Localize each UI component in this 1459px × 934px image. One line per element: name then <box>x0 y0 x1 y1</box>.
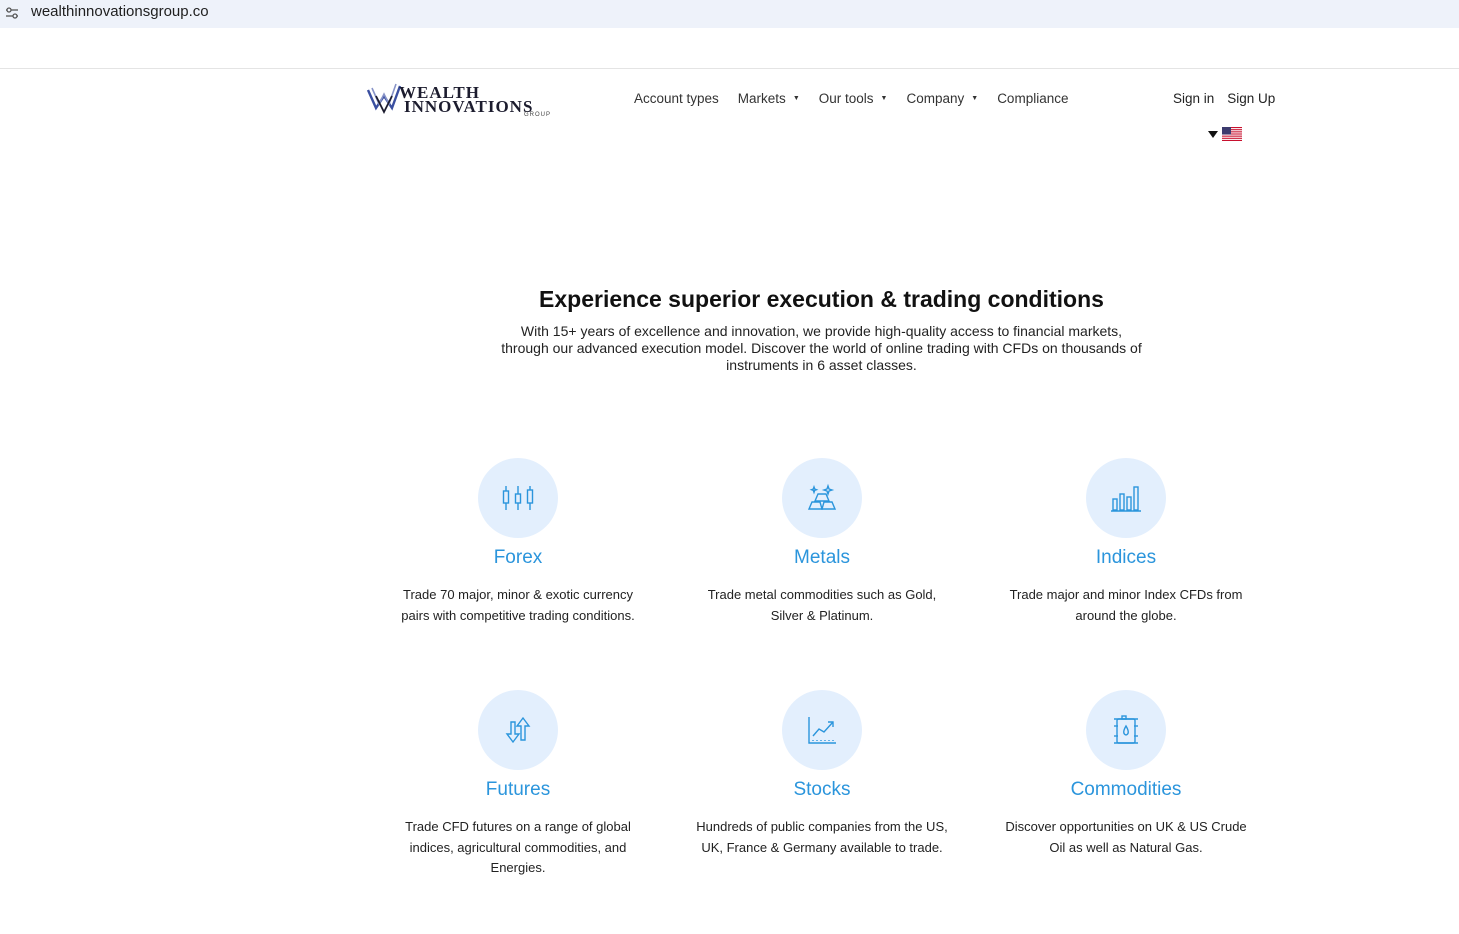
dropdown-caret-icon: ▼ <box>792 95 800 102</box>
line-chart-icon <box>808 717 836 744</box>
market-name[interactable]: Indices <box>996 547 1256 569</box>
market-name[interactable]: Commodities <box>996 779 1256 801</box>
market-card-forex[interactable]: Forex Trade 70 major, minor & exotic cur… <box>388 458 648 626</box>
market-name[interactable]: Futures <box>388 779 648 801</box>
market-card-futures[interactable]: Futures Trade CFD futures on a range of … <box>388 690 648 879</box>
market-card-stocks[interactable]: Stocks Hundreds of public companies from… <box>692 690 952 858</box>
nav-item-label: Account types <box>634 91 719 106</box>
nav-item-markets[interactable]: Markets ▼ <box>738 91 800 106</box>
market-description: Trade major and minor Index CFDs from ar… <box>1009 587 1243 623</box>
icon-circle <box>478 458 558 538</box>
nav-item-account-types[interactable]: Account types <box>634 91 719 106</box>
browser-url-bar[interactable]: wealthinnovationsgroup.co <box>0 0 1459 28</box>
nav-item-company[interactable]: Company ▼ <box>906 91 978 106</box>
sign-in-link[interactable]: Sign in <box>1173 91 1214 106</box>
market-description: Discover opportunities on UK & US Crude … <box>1005 819 1247 855</box>
market-card-commodities[interactable]: Commodities Discover opportunities on UK… <box>996 690 1256 858</box>
market-card-indices[interactable]: Indices Trade major and minor Index CFDs… <box>996 458 1256 626</box>
site-logo[interactable]: WEALTH INNOVATIONS GROUP <box>366 82 572 120</box>
icon-circle <box>478 690 558 770</box>
hero-description: With 15+ years of excellence and innovat… <box>501 323 1142 373</box>
market-name[interactable]: Metals <box>692 547 952 569</box>
logo-mark-icon <box>366 83 402 115</box>
us-flag-icon <box>1222 127 1242 141</box>
nav-item-label: Company <box>906 91 965 106</box>
icon-circle <box>782 458 862 538</box>
main-nav: Account types Markets ▼ Our tools ▼ Comp… <box>634 91 1087 106</box>
nav-item-label: Markets <box>737 91 786 106</box>
sign-up-link[interactable]: Sign Up <box>1227 91 1275 106</box>
logo-text-line3: GROUP <box>524 112 552 118</box>
icon-circle <box>1086 690 1166 770</box>
market-description: Hundreds of public companies from the US… <box>696 819 948 855</box>
oil-barrel-icon <box>1114 715 1138 744</box>
nav-item-compliance[interactable]: Compliance <box>997 91 1068 106</box>
hero-title: Experience superior execution & trading … <box>539 286 1104 312</box>
dropdown-triangle-icon <box>1208 130 1218 138</box>
nav-item-label: Our tools <box>818 91 874 106</box>
market-name[interactable]: Forex <box>388 547 648 569</box>
market-description: Trade 70 major, minor & exotic currency … <box>401 587 635 623</box>
site-settings-icon[interactable] <box>5 6 19 20</box>
header-divider <box>0 68 1459 69</box>
market-card-metals[interactable]: Metals Trade metal commodities such as G… <box>692 458 952 626</box>
icon-circle <box>1086 458 1166 538</box>
url-text[interactable]: wealthinnovationsgroup.co <box>31 3 209 20</box>
icon-circle <box>782 690 862 770</box>
candlestick-icon <box>502 486 534 510</box>
dropdown-caret-icon: ▼ <box>971 95 979 102</box>
language-selector[interactable] <box>1208 127 1242 141</box>
dropdown-caret-icon: ▼ <box>880 95 888 102</box>
gold-bars-icon <box>807 483 837 510</box>
auth-links: Sign in Sign Up <box>1173 91 1288 106</box>
up-down-arrows-icon <box>505 716 531 744</box>
nav-item-our-tools[interactable]: Our tools ▼ <box>819 91 888 106</box>
market-description: Trade CFD futures on a range of global i… <box>405 819 631 875</box>
market-description: Trade metal commodities such as Gold, Si… <box>707 587 937 623</box>
bar-chart-icon <box>1111 486 1141 512</box>
market-name[interactable]: Stocks <box>692 779 952 801</box>
logo-text-line2: INNOVATIONS <box>404 97 534 116</box>
nav-item-label: Compliance <box>997 91 1069 106</box>
